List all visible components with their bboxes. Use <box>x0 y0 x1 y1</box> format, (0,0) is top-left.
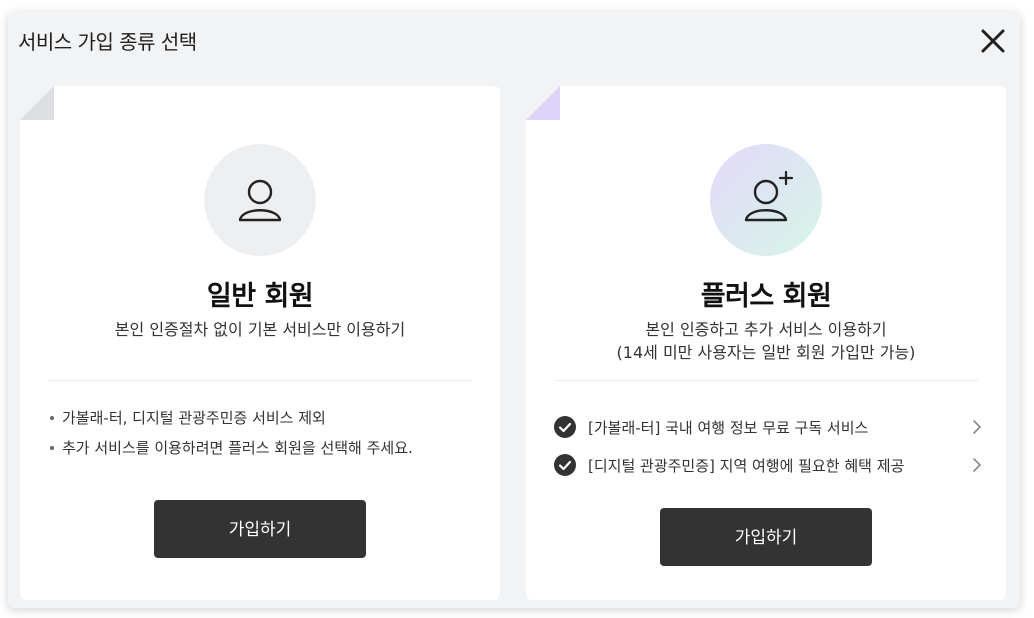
basic-member-card: 일반 회원 본인 인증절차 없이 기본 서비스만 이용하기 가볼래-터, 디지털… <box>20 86 500 600</box>
divider <box>554 380 978 381</box>
basic-join-button[interactable]: 가입하기 <box>154 500 366 558</box>
user-plus-icon <box>744 170 794 222</box>
basic-member-description: 본인 인증절차 없이 기본 서비스만 이용하기 <box>114 320 406 339</box>
plus-member-description: 본인 인증하고 추가 서비스 이용하기 (14세 미만 사용자는 일반 회원 가… <box>526 318 1006 364</box>
modal-title: 서비스 가입 종류 선택 <box>18 30 197 54</box>
card-corner-fold <box>20 86 54 120</box>
plus-member-features: [가볼래-터] 국내 여행 정보 무료 구독 서비스 [디지털 관광주민증] 지… <box>554 408 984 484</box>
basic-member-title: 일반 회원 <box>206 281 314 312</box>
user-icon <box>238 179 282 222</box>
service-signup-modal: 서비스 가입 종류 선택 일반 회원 본인 인증절차 없이 기본 서비스만 이용… <box>8 12 1020 608</box>
feature-label: [가볼래-터] 국내 여행 정보 무료 구독 서비스 <box>588 418 869 437</box>
plus-description-line1: 본인 인증하고 추가 서비스 이용하기 <box>645 320 887 339</box>
basic-member-notes: 가볼래-터, 디지털 관광주민증 서비스 제외 추가 서비스를 이용하려면 플러… <box>48 406 413 466</box>
plus-member-card: 플러스 회원 본인 인증하고 추가 서비스 이용하기 (14세 미만 사용자는 … <box>526 86 1006 600</box>
plus-description-line2: (14세 미만 사용자는 일반 회원 가입만 가능) <box>616 343 916 362</box>
close-icon <box>981 29 1005 53</box>
list-item: 추가 서비스를 이용하려면 플러스 회원을 선택해 주세요. <box>48 436 413 466</box>
plus-join-button[interactable]: 가입하기 <box>660 508 872 566</box>
list-item: 가볼래-터, 디지털 관광주민증 서비스 제외 <box>48 406 413 436</box>
feature-item-digital-tourist-id[interactable]: [디지털 관광주민증] 지역 여행에 필요한 혜택 제공 <box>554 446 984 484</box>
check-circle-icon <box>554 416 576 438</box>
plus-member-avatar <box>710 144 822 256</box>
card-corner-fold <box>526 86 560 120</box>
close-button[interactable] <box>978 26 1008 56</box>
check-circle-icon <box>554 454 576 476</box>
basic-member-avatar <box>204 144 316 256</box>
feature-label: [디지털 관광주민증] 지역 여행에 필요한 혜택 제공 <box>588 456 905 475</box>
chevron-right-icon <box>973 458 981 472</box>
feature-item-gabollaeteo[interactable]: [가볼래-터] 국내 여행 정보 무료 구독 서비스 <box>554 408 984 446</box>
divider <box>48 380 472 381</box>
chevron-right-icon <box>973 420 981 434</box>
plus-member-title: 플러스 회원 <box>700 281 832 312</box>
